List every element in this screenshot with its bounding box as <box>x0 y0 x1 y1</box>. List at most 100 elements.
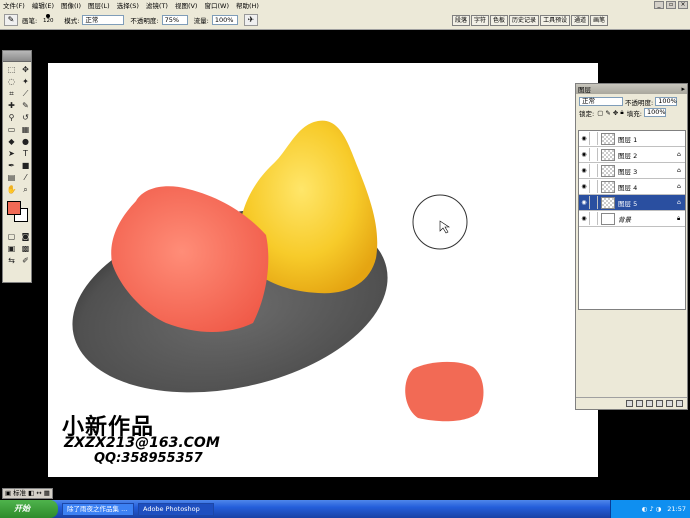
eye-icon[interactable]: ◉ <box>579 183 589 190</box>
task-item-folder[interactable]: 除了雨夜之作品集 ... <box>62 502 134 516</box>
brush-picker[interactable]: 120 <box>40 12 56 28</box>
layer-style-icon[interactable] <box>626 400 633 407</box>
eye-icon[interactable]: ◉ <box>579 167 589 174</box>
menu-window[interactable]: 窗口(W) <box>204 0 229 10</box>
lock-image-icon[interactable]: ✎ <box>605 109 610 117</box>
eyedropper-icon[interactable]: ⁄ <box>19 172 32 183</box>
eye-icon[interactable]: ◉ <box>579 135 589 142</box>
start-button[interactable]: 开始 <box>0 500 58 518</box>
standard-mode-icon[interactable]: ▢ <box>5 231 18 242</box>
jump-to-imageready-icon[interactable]: ⇆ <box>5 255 18 266</box>
document-canvas[interactable]: 小新作品 ZXZX213@163.COM QQ:358955357 <box>48 63 598 477</box>
magic-wand-icon[interactable]: ✦ <box>19 76 32 87</box>
restore-icon[interactable]: ▫ <box>666 1 676 9</box>
well-tab-character[interactable]: 字符 <box>471 15 490 26</box>
airbrush-icon[interactable]: ✈ <box>243 13 258 26</box>
fullscreen-mode-icon[interactable]: ▩ <box>19 243 32 254</box>
tab-layers[interactable]: 图层 <box>578 84 591 94</box>
blur-icon[interactable]: ◆ <box>5 136 18 147</box>
crop-icon[interactable]: ⌗ <box>5 88 18 99</box>
new-layer-icon[interactable] <box>666 400 673 407</box>
move-icon[interactable]: ✥ <box>19 64 32 75</box>
layer-mask-icon[interactable] <box>636 400 643 407</box>
lock-transparency-icon[interactable]: ▢ <box>597 109 603 117</box>
zoom-icon[interactable]: ⌕ <box>19 184 32 195</box>
layers-panel-header[interactable]: 图层 ▸ <box>576 84 687 94</box>
dodge-icon[interactable]: ● <box>19 136 32 147</box>
layer-row[interactable]: ◉ 图层 4 ⌂ <box>579 179 685 195</box>
menu-edit[interactable]: 编辑(E) <box>32 0 54 10</box>
brush-link-icon[interactable] <box>589 196 598 209</box>
slice-icon[interactable]: ⟋ <box>19 88 32 99</box>
shape-icon[interactable]: ■ <box>19 160 32 171</box>
well-tab-history[interactable]: 历史记录 <box>509 15 540 26</box>
eraser-icon[interactable]: ▭ <box>5 124 18 135</box>
lock-position-icon[interactable]: ✥ <box>613 109 618 117</box>
lock-all-icon[interactable]: 🔒︎ <box>620 108 623 117</box>
layer-row[interactable]: ◉ 图层 3 ⌂ <box>579 163 685 179</box>
layer-row-selected[interactable]: ◉ 图层 5 ⌂ <box>579 195 685 211</box>
hand-icon[interactable]: ✋ <box>5 184 18 195</box>
status-label: 标准 <box>13 489 27 497</box>
foreground-color[interactable] <box>7 201 21 215</box>
type-icon[interactable]: T <box>19 148 32 159</box>
layer-row[interactable]: ◉ 图层 2 ⌂ <box>579 147 685 163</box>
brush-icon[interactable]: ✎ <box>19 100 32 111</box>
well-tab-paragraph[interactable]: 段落 <box>452 15 471 26</box>
status-tab[interactable]: ▣ 标准 ◧ ↔ ▦ <box>2 488 53 499</box>
task-item-photoshop[interactable]: Adobe Photoshop <box>138 502 214 516</box>
menu-help[interactable]: 帮助(H) <box>236 0 259 10</box>
well-tab-brushes[interactable]: 画笔 <box>590 15 609 26</box>
menu-filter[interactable]: 滤镜(T) <box>146 0 168 10</box>
edit-icon[interactable]: ✐ <box>19 255 32 266</box>
tray-icons[interactable]: ◐ ♪ ◑ <box>642 505 662 513</box>
arrow-cursor-icon <box>439 220 450 234</box>
link-slot[interactable] <box>589 132 598 145</box>
flow-field[interactable]: 100% <box>211 14 238 25</box>
fill-field[interactable]: 100% <box>643 108 666 117</box>
link-slot[interactable] <box>589 180 598 193</box>
layer-row[interactable]: ◉ 图层 1 <box>579 131 685 147</box>
marquee-icon[interactable]: ⬚ <box>5 64 18 75</box>
menu-file[interactable]: 文件(F) <box>3 0 25 10</box>
toolbox-header[interactable] <box>3 51 31 62</box>
quick-mask-icon[interactable]: ◙ <box>19 231 32 242</box>
trash-icon[interactable] <box>676 400 683 407</box>
layer-name: 图层 5 <box>618 199 638 208</box>
history-brush-icon[interactable]: ↺ <box>19 112 32 123</box>
well-tab-channels[interactable]: 通道 <box>571 15 590 26</box>
adjustment-layer-icon[interactable] <box>656 400 663 407</box>
layer-thumbnail <box>601 196 615 209</box>
menu-layer[interactable]: 图层(L) <box>88 0 110 10</box>
eye-icon[interactable]: ◉ <box>579 151 589 158</box>
eye-icon[interactable]: ◉ <box>579 215 589 222</box>
eye-icon[interactable]: ◉ <box>579 199 589 206</box>
opacity-field[interactable]: 75% <box>161 14 188 25</box>
layer-thumbnail <box>601 180 615 193</box>
panel-menu-icon[interactable]: ▸ <box>681 85 685 93</box>
brush-tool-preset-icon[interactable]: ✎ <box>4 13 18 26</box>
notes-icon[interactable]: ▤ <box>5 172 18 183</box>
link-slot[interactable] <box>589 148 598 161</box>
layer-row-background[interactable]: ◉ 背景 🔒︎ <box>579 211 685 227</box>
link-slot[interactable] <box>589 164 598 177</box>
link-slot[interactable] <box>589 212 598 225</box>
layer-opacity-field[interactable]: 100% <box>655 97 678 106</box>
screen-mode-icon[interactable]: ▣ <box>5 243 18 254</box>
new-set-icon[interactable] <box>646 400 653 407</box>
healing-brush-icon[interactable]: ✚ <box>5 100 18 111</box>
menu-select[interactable]: 选择(S) <box>117 0 139 10</box>
path-select-icon[interactable]: ➤ <box>5 148 18 159</box>
close-icon[interactable]: × <box>678 1 688 9</box>
well-tab-tool-presets[interactable]: 工具预设 <box>540 15 571 26</box>
menu-image[interactable]: 图像(I) <box>61 0 81 10</box>
menu-view[interactable]: 视图(V) <box>175 0 198 10</box>
minimize-icon[interactable]: _ <box>654 1 664 9</box>
clone-stamp-icon[interactable]: ⚲ <box>5 112 18 123</box>
lasso-icon[interactable]: ◌ <box>5 76 18 87</box>
pen-icon[interactable]: ✒ <box>5 160 18 171</box>
blend-mode-select[interactable]: 正常 <box>579 97 623 106</box>
gradient-icon[interactable]: ▦ <box>19 124 32 135</box>
mode-select[interactable]: 正常 <box>82 14 125 25</box>
well-tab-swatches[interactable]: 色板 <box>490 15 509 26</box>
